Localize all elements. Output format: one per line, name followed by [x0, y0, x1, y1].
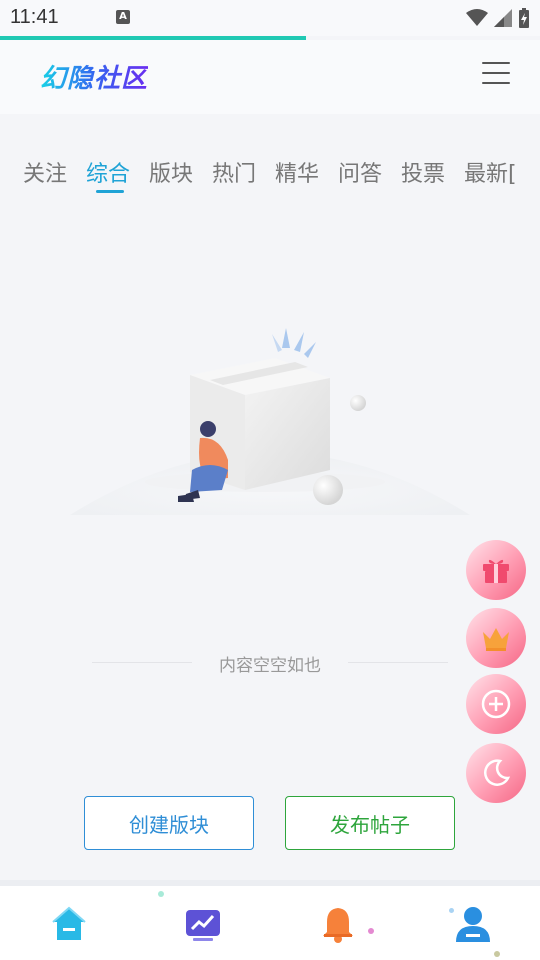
decor-dot — [158, 891, 164, 897]
nav-home[interactable] — [49, 904, 89, 944]
publish-post-button[interactable]: 发布帖子 — [285, 796, 455, 850]
chart-icon — [186, 910, 220, 941]
decor-dot — [494, 951, 500, 957]
decor-dot — [449, 908, 454, 913]
create-section-button[interactable]: 创建版块 — [84, 796, 254, 850]
hamburger-menu-icon[interactable] — [482, 62, 510, 86]
app-header: 幻隐社区 — [0, 40, 540, 114]
battery-icon — [519, 8, 529, 28]
crown-icon — [483, 628, 509, 651]
bottom-navigation — [0, 886, 540, 960]
decor-dot — [368, 928, 374, 934]
nav-notifications[interactable] — [318, 904, 358, 944]
status-bar: 11:41 A — [0, 0, 540, 36]
moon-icon — [484, 759, 511, 786]
tab-featured[interactable]: 精华 — [275, 156, 319, 188]
empty-box-illustration — [70, 328, 470, 515]
nav-trends[interactable] — [183, 904, 223, 944]
signal-icon — [494, 9, 512, 27]
home-icon — [52, 906, 86, 940]
notification-icon: A — [116, 10, 130, 24]
plus-circle-icon — [481, 689, 511, 719]
app-logo[interactable]: 幻隐社区 — [40, 58, 148, 95]
empty-state-text: 内容空空如也 — [219, 656, 321, 676]
tab-qa[interactable]: 问答 — [338, 156, 382, 188]
tab-general[interactable]: 综合 — [86, 156, 130, 188]
wifi-icon — [466, 9, 488, 26]
tab-sections[interactable]: 版块 — [149, 156, 193, 188]
gift-button[interactable] — [466, 540, 526, 600]
add-button[interactable] — [466, 674, 526, 734]
user-icon — [456, 907, 490, 942]
tab-hot[interactable]: 热门 — [212, 156, 256, 188]
category-tabs: 关注 综合 版块 热门 精华 问答 投票 最新[ — [0, 150, 540, 200]
bell-icon — [323, 908, 353, 943]
tab-follow[interactable]: 关注 — [23, 156, 67, 188]
gift-icon — [483, 559, 509, 583]
vip-button[interactable] — [466, 608, 526, 668]
active-tab-indicator — [96, 190, 124, 193]
night-mode-button[interactable] — [466, 743, 526, 803]
nav-profile[interactable] — [453, 904, 493, 944]
tab-latest[interactable]: 最新[ — [464, 156, 517, 188]
status-time: 11:41 — [10, 6, 59, 28]
tab-vote[interactable]: 投票 — [401, 156, 445, 188]
